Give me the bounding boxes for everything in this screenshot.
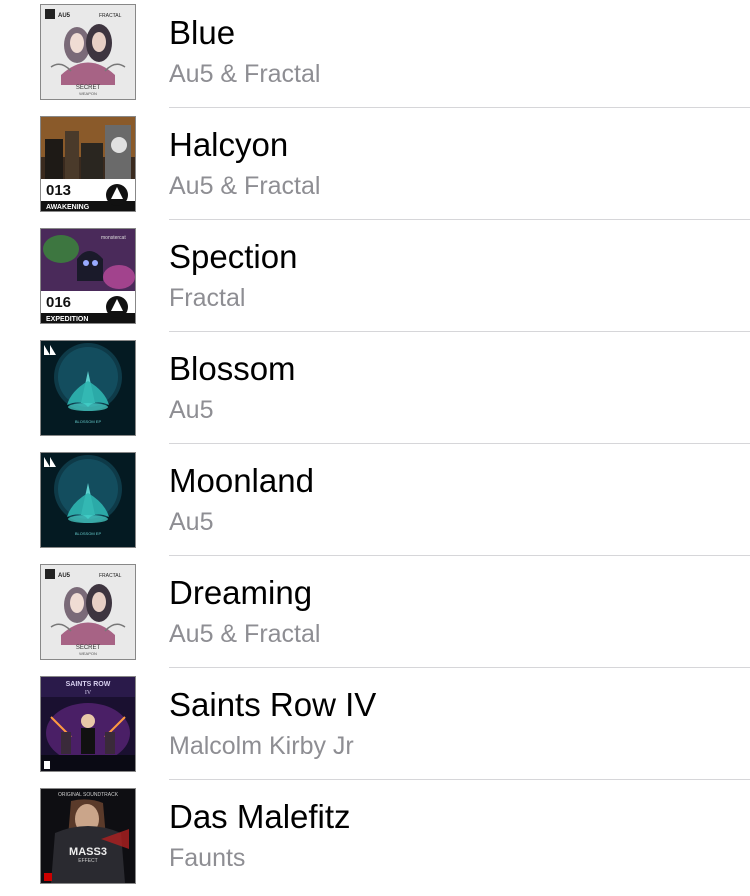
song-row-spection[interactable]: monstercat 016 EXPEDITION Spection Fract…	[0, 224, 750, 336]
art-text-blossom-ep: BLOSSOM EP	[75, 531, 102, 536]
row-separator	[169, 667, 750, 668]
album-art-mass-effect: ORIGINAL SOUNDTRACK MASS3 EFFECT	[40, 788, 136, 884]
song-title: Blue	[169, 14, 236, 51]
art-text-awakening: AWAKENING	[46, 204, 90, 211]
art-text-au5: AU5	[58, 573, 71, 579]
art-text-monstercat: monstercat	[101, 235, 126, 241]
art-text-blossom-ep: BLOSSOM EP	[75, 419, 102, 424]
art-text-au5: AU5	[58, 13, 71, 19]
song-title: Moonland	[169, 462, 314, 499]
song-title: Spection	[169, 238, 298, 275]
song-row-das-malefitz[interactable]: ORIGINAL SOUNDTRACK MASS3 EFFECT Das Mal…	[0, 784, 750, 896]
art-text-fractal: FRACTAL	[99, 573, 122, 579]
song-title: Dreaming	[169, 574, 313, 611]
song-artist: Au5	[169, 508, 214, 536]
art-text-013: 013	[46, 182, 71, 199]
album-art-blossom: BLOSSOM EP	[40, 340, 136, 436]
song-artist: Au5 & Fractal	[169, 172, 321, 200]
art-text-iv: IV	[85, 690, 92, 696]
art-text-weapon: WEAPON	[79, 651, 97, 656]
art-text-expedition: EXPEDITION	[46, 316, 88, 323]
row-separator	[169, 779, 750, 780]
song-row-moonland[interactable]: BLOSSOM EP Moonland Au5	[0, 448, 750, 560]
song-artist: Au5	[169, 396, 214, 424]
row-separator	[169, 219, 750, 220]
album-art-expedition: monstercat 016 EXPEDITION	[40, 228, 136, 324]
song-title: Das Malefitz	[169, 798, 351, 835]
art-text-effect: EFFECT	[78, 858, 97, 864]
song-row-dreaming[interactable]: AU5 FRACTAL SECRET WEAPON Dreaming Au5 &…	[0, 560, 750, 672]
row-separator	[169, 443, 750, 444]
row-separator	[169, 107, 750, 108]
row-separator	[169, 331, 750, 332]
art-text-fractal: FRACTAL	[99, 13, 122, 19]
art-text-saints-row: SAINTS ROW	[66, 681, 111, 688]
album-art-secret-weapon: AU5 FRACTAL SECRET WEAPON	[40, 4, 136, 100]
song-row-blue[interactable]: AU5 FRACTAL SECRET WEAPON Blue Au5 & Fra…	[0, 0, 750, 112]
album-art-awakening: 013 AWAKENING	[40, 116, 136, 212]
song-row-halcyon[interactable]: 013 AWAKENING Halcyon Au5 & Fractal	[0, 112, 750, 224]
song-artist: Faunts	[169, 844, 246, 872]
song-artist: Malcolm Kirby Jr	[169, 732, 354, 760]
album-art-blossom: BLOSSOM EP	[40, 452, 136, 548]
song-row-blossom[interactable]: BLOSSOM EP Blossom Au5	[0, 336, 750, 448]
song-title: Halcyon	[169, 126, 289, 163]
art-text-016: 016	[46, 294, 71, 311]
album-art-saints-row: SAINTS ROW IV	[40, 676, 136, 772]
song-title: Saints Row IV	[169, 686, 377, 723]
album-art-secret-weapon: AU5 FRACTAL SECRET WEAPON	[40, 564, 136, 660]
song-artist: Au5 & Fractal	[169, 620, 321, 648]
art-text-mass3: MASS3	[69, 846, 107, 858]
row-separator	[169, 555, 750, 556]
song-artist: Au5 & Fractal	[169, 60, 321, 88]
art-text-weapon: WEAPON	[79, 91, 97, 96]
song-row-saints-row-iv[interactable]: SAINTS ROW IV Saints Row IV Malcolm Kirb…	[0, 672, 750, 784]
song-list: AU5 FRACTAL SECRET WEAPON Blue Au5 & Fra…	[0, 0, 750, 896]
song-artist: Fractal	[169, 284, 246, 312]
art-text-original-soundtrack: ORIGINAL SOUNDTRACK	[58, 792, 119, 798]
song-title: Blossom	[169, 350, 296, 387]
